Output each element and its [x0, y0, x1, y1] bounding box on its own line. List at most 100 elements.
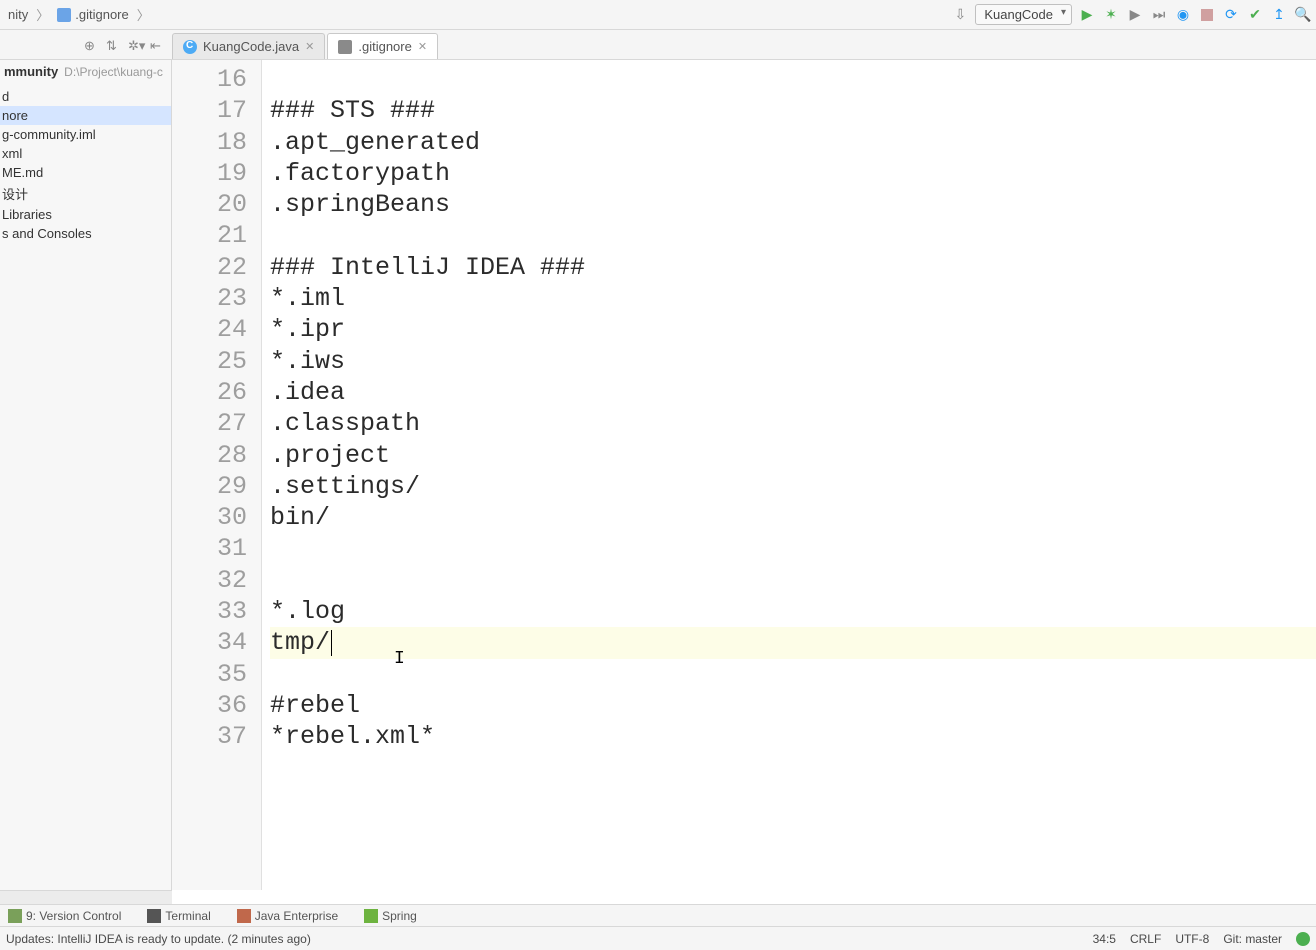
gear-icon[interactable]: ✲▾	[128, 38, 142, 52]
debug-icon[interactable]: ✶	[1102, 6, 1120, 24]
project-path: D:\Project\kuang-c	[64, 65, 163, 79]
line-number: 28	[172, 440, 247, 471]
git-branch[interactable]: Git: master	[1223, 932, 1282, 946]
tree-item[interactable]: g-community.iml	[0, 125, 171, 144]
code-line[interactable]: .factorypath	[270, 158, 1316, 189]
vcs-push-icon[interactable]: ↥	[1270, 6, 1288, 24]
expand-icon[interactable]: ⇅	[106, 38, 120, 52]
line-number: 37	[172, 721, 247, 752]
search-icon[interactable]: 🔍	[1294, 6, 1312, 24]
tab-label: KuangCode.java	[203, 39, 299, 54]
code-line[interactable]: *rebel.xml*	[270, 721, 1316, 752]
close-icon[interactable]: ✕	[418, 40, 427, 53]
line-number: 31	[172, 533, 247, 564]
hide-icon[interactable]: ⇤	[150, 38, 164, 52]
profile-icon[interactable]: ⏭	[1150, 6, 1168, 24]
toolwindow-spring[interactable]: Spring	[360, 909, 421, 923]
tab-gitignore[interactable]: .gitignore ✕	[327, 33, 438, 59]
code-line[interactable]: #rebel	[270, 690, 1316, 721]
caret-position[interactable]: 34:5	[1093, 932, 1116, 946]
code-area[interactable]: I ### STS ###.apt_generated.factorypath.…	[262, 60, 1316, 890]
caret	[331, 630, 332, 656]
tree-item[interactable]: 设计	[0, 182, 171, 205]
code-line[interactable]: *.iws	[270, 346, 1316, 377]
chevron-right-icon: 〉	[36, 5, 49, 24]
code-line[interactable]	[270, 659, 1316, 690]
toolwindow-terminal[interactable]: Terminal	[143, 909, 214, 923]
project-sidebar[interactable]: mmunity D:\Project\kuang-c dnoreg-commun…	[0, 60, 172, 890]
vcs-icon	[8, 909, 22, 923]
line-number: 26	[172, 377, 247, 408]
status-right: 34:5 CRLF UTF-8 Git: master	[1093, 932, 1310, 946]
coverage-icon[interactable]: ▶	[1126, 6, 1144, 24]
line-number: 27	[172, 408, 247, 439]
breadcrumb-file[interactable]: .gitignore	[51, 0, 134, 29]
toolwindow-label: Terminal	[165, 909, 210, 923]
code-line[interactable]	[270, 220, 1316, 251]
code-line[interactable]: .idea	[270, 377, 1316, 408]
tab-label: .gitignore	[358, 39, 411, 54]
line-number: 19	[172, 158, 247, 189]
breadcrumb-project[interactable]: nity	[2, 0, 34, 29]
toolwindow-vcs[interactable]: 9: Version Control	[4, 909, 125, 923]
code-line[interactable]: *.iml	[270, 283, 1316, 314]
stop-icon[interactable]	[1198, 6, 1216, 24]
tree-item[interactable]: xml	[0, 144, 171, 163]
toolbar-right: ⇩ KuangCode ▶ ✶ ▶ ⏭ ◉ ⟳ ✔ ↥ 🔍	[951, 4, 1312, 25]
tree-item[interactable]: Libraries	[0, 205, 171, 224]
code-editor[interactable]: 1617181920212223242526272829303132333435…	[172, 60, 1316, 890]
file-icon	[57, 8, 71, 22]
build-icon[interactable]: ⇩	[951, 6, 969, 24]
line-number: 34	[172, 627, 247, 658]
close-icon[interactable]: ✕	[305, 40, 314, 53]
line-gutter: 1617181920212223242526272829303132333435…	[172, 60, 262, 890]
line-number: 22	[172, 252, 247, 283]
toolwindow-jee[interactable]: Java Enterprise	[233, 909, 342, 923]
tool-window-bar: 9: Version Control Terminal Java Enterpr…	[0, 904, 1316, 926]
attach-icon[interactable]: ◉	[1174, 6, 1192, 24]
code-line[interactable]: .project	[270, 440, 1316, 471]
project-tree[interactable]: dnoreg-community.imlxmlME.md设计Librariess…	[0, 83, 171, 243]
tab-kuangcode-java[interactable]: KuangCode.java ✕	[172, 33, 325, 59]
text-file-icon	[338, 40, 352, 54]
code-line[interactable]	[270, 533, 1316, 564]
code-line[interactable]: bin/	[270, 502, 1316, 533]
code-line[interactable]: .classpath	[270, 408, 1316, 439]
code-line[interactable]: ### IntelliJ IDEA ###	[270, 252, 1316, 283]
tree-item[interactable]: nore	[0, 106, 171, 125]
line-number: 36	[172, 690, 247, 721]
line-separator[interactable]: CRLF	[1130, 932, 1161, 946]
code-line[interactable]	[270, 64, 1316, 95]
main-split: mmunity D:\Project\kuang-c dnoreg-commun…	[0, 60, 1316, 890]
code-line[interactable]: tmp/	[270, 627, 1316, 658]
code-line[interactable]: .settings/	[270, 471, 1316, 502]
editor-tabs: KuangCode.java ✕ .gitignore ✕	[172, 30, 440, 59]
file-encoding[interactable]: UTF-8	[1175, 932, 1209, 946]
run-config-select[interactable]: KuangCode	[975, 4, 1072, 25]
code-line[interactable]: *.ipr	[270, 314, 1316, 345]
tree-item[interactable]: ME.md	[0, 163, 171, 182]
project-root[interactable]: mmunity D:\Project\kuang-c	[0, 60, 171, 83]
run-icon[interactable]: ▶	[1078, 6, 1096, 24]
line-number: 35	[172, 659, 247, 690]
toolwindow-label: Java Enterprise	[255, 909, 338, 923]
code-line[interactable]	[270, 565, 1316, 596]
code-line[interactable]: ### STS ###	[270, 95, 1316, 126]
locate-icon[interactable]: ⊕	[84, 38, 98, 52]
status-bar: Updates: IntelliJ IDEA is ready to updat…	[0, 926, 1316, 950]
line-number: 17	[172, 95, 247, 126]
tree-item[interactable]: s and Consoles	[0, 224, 171, 243]
code-line[interactable]: .apt_generated	[270, 127, 1316, 158]
toolwindow-label: 9: Version Control	[26, 909, 121, 923]
code-line[interactable]: .springBeans	[270, 189, 1316, 220]
status-message[interactable]: Updates: IntelliJ IDEA is ready to updat…	[6, 932, 311, 946]
update-icon[interactable]: ⟳	[1222, 6, 1240, 24]
sidebar-strip	[0, 890, 172, 904]
code-line[interactable]: *.log	[270, 596, 1316, 627]
inspection-indicator-icon[interactable]	[1296, 932, 1310, 946]
tree-item[interactable]: d	[0, 87, 171, 106]
line-number: 18	[172, 127, 247, 158]
vcs-update-icon[interactable]: ✔	[1246, 6, 1264, 24]
breadcrumb: nity 〉 .gitignore 〉	[2, 0, 150, 29]
java-class-icon	[183, 40, 197, 54]
